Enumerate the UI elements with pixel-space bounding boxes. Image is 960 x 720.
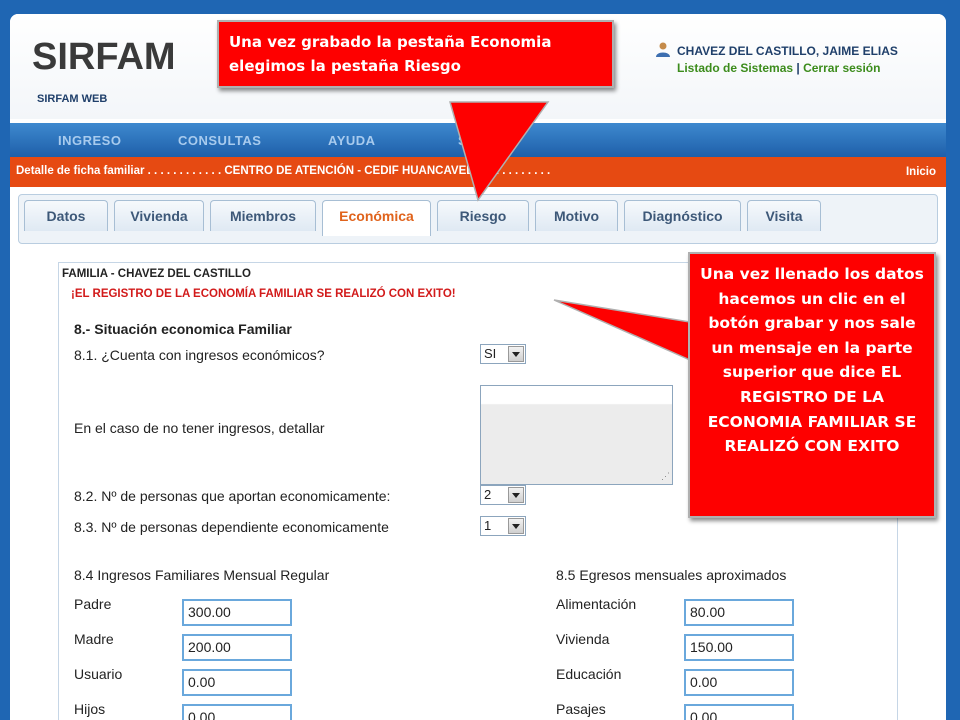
tab-datos[interactable]: Datos bbox=[24, 200, 108, 231]
q82-label: 8.2. Nº de personas que aportan economic… bbox=[74, 488, 391, 504]
income-input-madre[interactable]: 200.00 bbox=[182, 634, 292, 661]
context-text: Detalle de ficha familiar . . . . . . . … bbox=[16, 165, 551, 177]
income-title: 8.4 Ingresos Familiares Mensual Regular bbox=[74, 567, 330, 583]
app-logo-subtitle: SIRFAM WEB bbox=[37, 93, 108, 105]
chevron-down-icon bbox=[508, 487, 524, 503]
expense-label-educacion: Educación bbox=[556, 666, 622, 682]
q82-select[interactable]: 2 bbox=[480, 485, 526, 505]
expense-input-alimentacion[interactable]: 80.00 bbox=[684, 599, 794, 626]
expense-label-pasajes: Pasajes bbox=[556, 701, 606, 717]
expense-label-alimentacion: Alimentación bbox=[556, 596, 637, 612]
q83-label: 8.3. Nº de personas dependiente economic… bbox=[74, 519, 389, 535]
family-title: FAMILIA - CHAVEZ DEL CASTILLO bbox=[62, 268, 251, 280]
nav-item-ayuda[interactable]: AYUDA bbox=[328, 133, 376, 148]
income-input-padre[interactable]: 300.00 bbox=[182, 599, 292, 626]
context-bar: Detalle de ficha familiar . . . . . . . … bbox=[10, 157, 946, 187]
q81-select[interactable]: SI bbox=[480, 344, 526, 364]
user-icon bbox=[656, 42, 670, 57]
user-links: Listado de Sistemas | Cerrar sesión bbox=[655, 61, 898, 75]
q82-value: 2 bbox=[484, 487, 492, 502]
nav-item-ingreso[interactable]: INGRESO bbox=[58, 133, 121, 148]
income-label-usuario: Usuario bbox=[74, 666, 123, 682]
nav-item-partial[interactable]: S bbox=[458, 133, 467, 148]
detail-label: En el caso de no tener ingresos, detalla… bbox=[74, 420, 325, 436]
logout-link[interactable]: Cerrar sesión bbox=[803, 61, 880, 75]
tab-vivienda[interactable]: Vivienda bbox=[114, 200, 204, 231]
chevron-down-icon bbox=[508, 346, 524, 362]
q83-select[interactable]: 1 bbox=[480, 516, 526, 536]
q81-label: 8.1. ¿Cuenta con ingresos económicos? bbox=[74, 347, 325, 363]
user-name: CHAVEZ DEL CASTILLO, JAIME ELIAS bbox=[677, 44, 898, 58]
tab-motivo[interactable]: Motivo bbox=[535, 200, 618, 231]
income-input-usuario[interactable]: 0.00 bbox=[182, 669, 292, 696]
link-separator: | bbox=[796, 61, 800, 75]
expense-label-vivienda: Vivienda bbox=[556, 631, 610, 647]
expense-input-pasajes[interactable]: 0.00 bbox=[684, 704, 794, 720]
tab-bar: Datos Vivienda Miembros Económica Riesgo… bbox=[18, 194, 938, 244]
expense-input-vivienda[interactable]: 150.00 bbox=[684, 634, 794, 661]
app-logo: SIRFAM bbox=[32, 36, 176, 78]
callout-riesgo: Una vez grabado la pestaña Economia eleg… bbox=[217, 20, 614, 88]
main-nav: INGRESO CONSULTAS AYUDA S bbox=[10, 123, 946, 157]
income-label-padre: Padre bbox=[74, 596, 112, 612]
success-message: ¡EL REGISTRO DE LA ECONOMÍA FAMILIAR SE … bbox=[71, 288, 456, 300]
nav-item-consultas[interactable]: CONSULTAS bbox=[178, 133, 261, 148]
callout-grabar: Una vez llenado los datos hacemos un cli… bbox=[688, 252, 936, 518]
inicio-link[interactable]: Inicio bbox=[906, 166, 936, 178]
expense-input-educacion[interactable]: 0.00 bbox=[684, 669, 794, 696]
tab-visita[interactable]: Visita bbox=[747, 200, 821, 231]
tab-riesgo[interactable]: Riesgo bbox=[437, 200, 529, 231]
expense-title: 8.5 Egresos mensuales aproximados bbox=[556, 567, 787, 583]
user-box: CHAVEZ DEL CASTILLO, JAIME ELIAS Listado… bbox=[655, 42, 898, 75]
tab-miembros[interactable]: Miembros bbox=[210, 200, 316, 231]
income-label-madre: Madre bbox=[74, 631, 114, 647]
income-label-hijos: Hijos bbox=[74, 701, 106, 717]
user-info: CHAVEZ DEL CASTILLO, JAIME ELIAS bbox=[655, 42, 898, 58]
detail-textarea[interactable]: ⋰ bbox=[480, 385, 673, 485]
income-input-hijos[interactable]: 0.00 bbox=[182, 704, 292, 720]
q81-value: SI bbox=[484, 346, 497, 361]
tab-diagnostico[interactable]: Diagnóstico bbox=[624, 200, 741, 231]
resize-grip-icon[interactable]: ⋰ bbox=[661, 471, 670, 482]
systems-link[interactable]: Listado de Sistemas bbox=[677, 61, 793, 75]
q83-value: 1 bbox=[484, 518, 492, 533]
section-title: 8.- Situación economica Familiar bbox=[74, 321, 292, 337]
tab-economica[interactable]: Económica bbox=[322, 200, 431, 236]
chevron-down-icon bbox=[508, 518, 524, 534]
